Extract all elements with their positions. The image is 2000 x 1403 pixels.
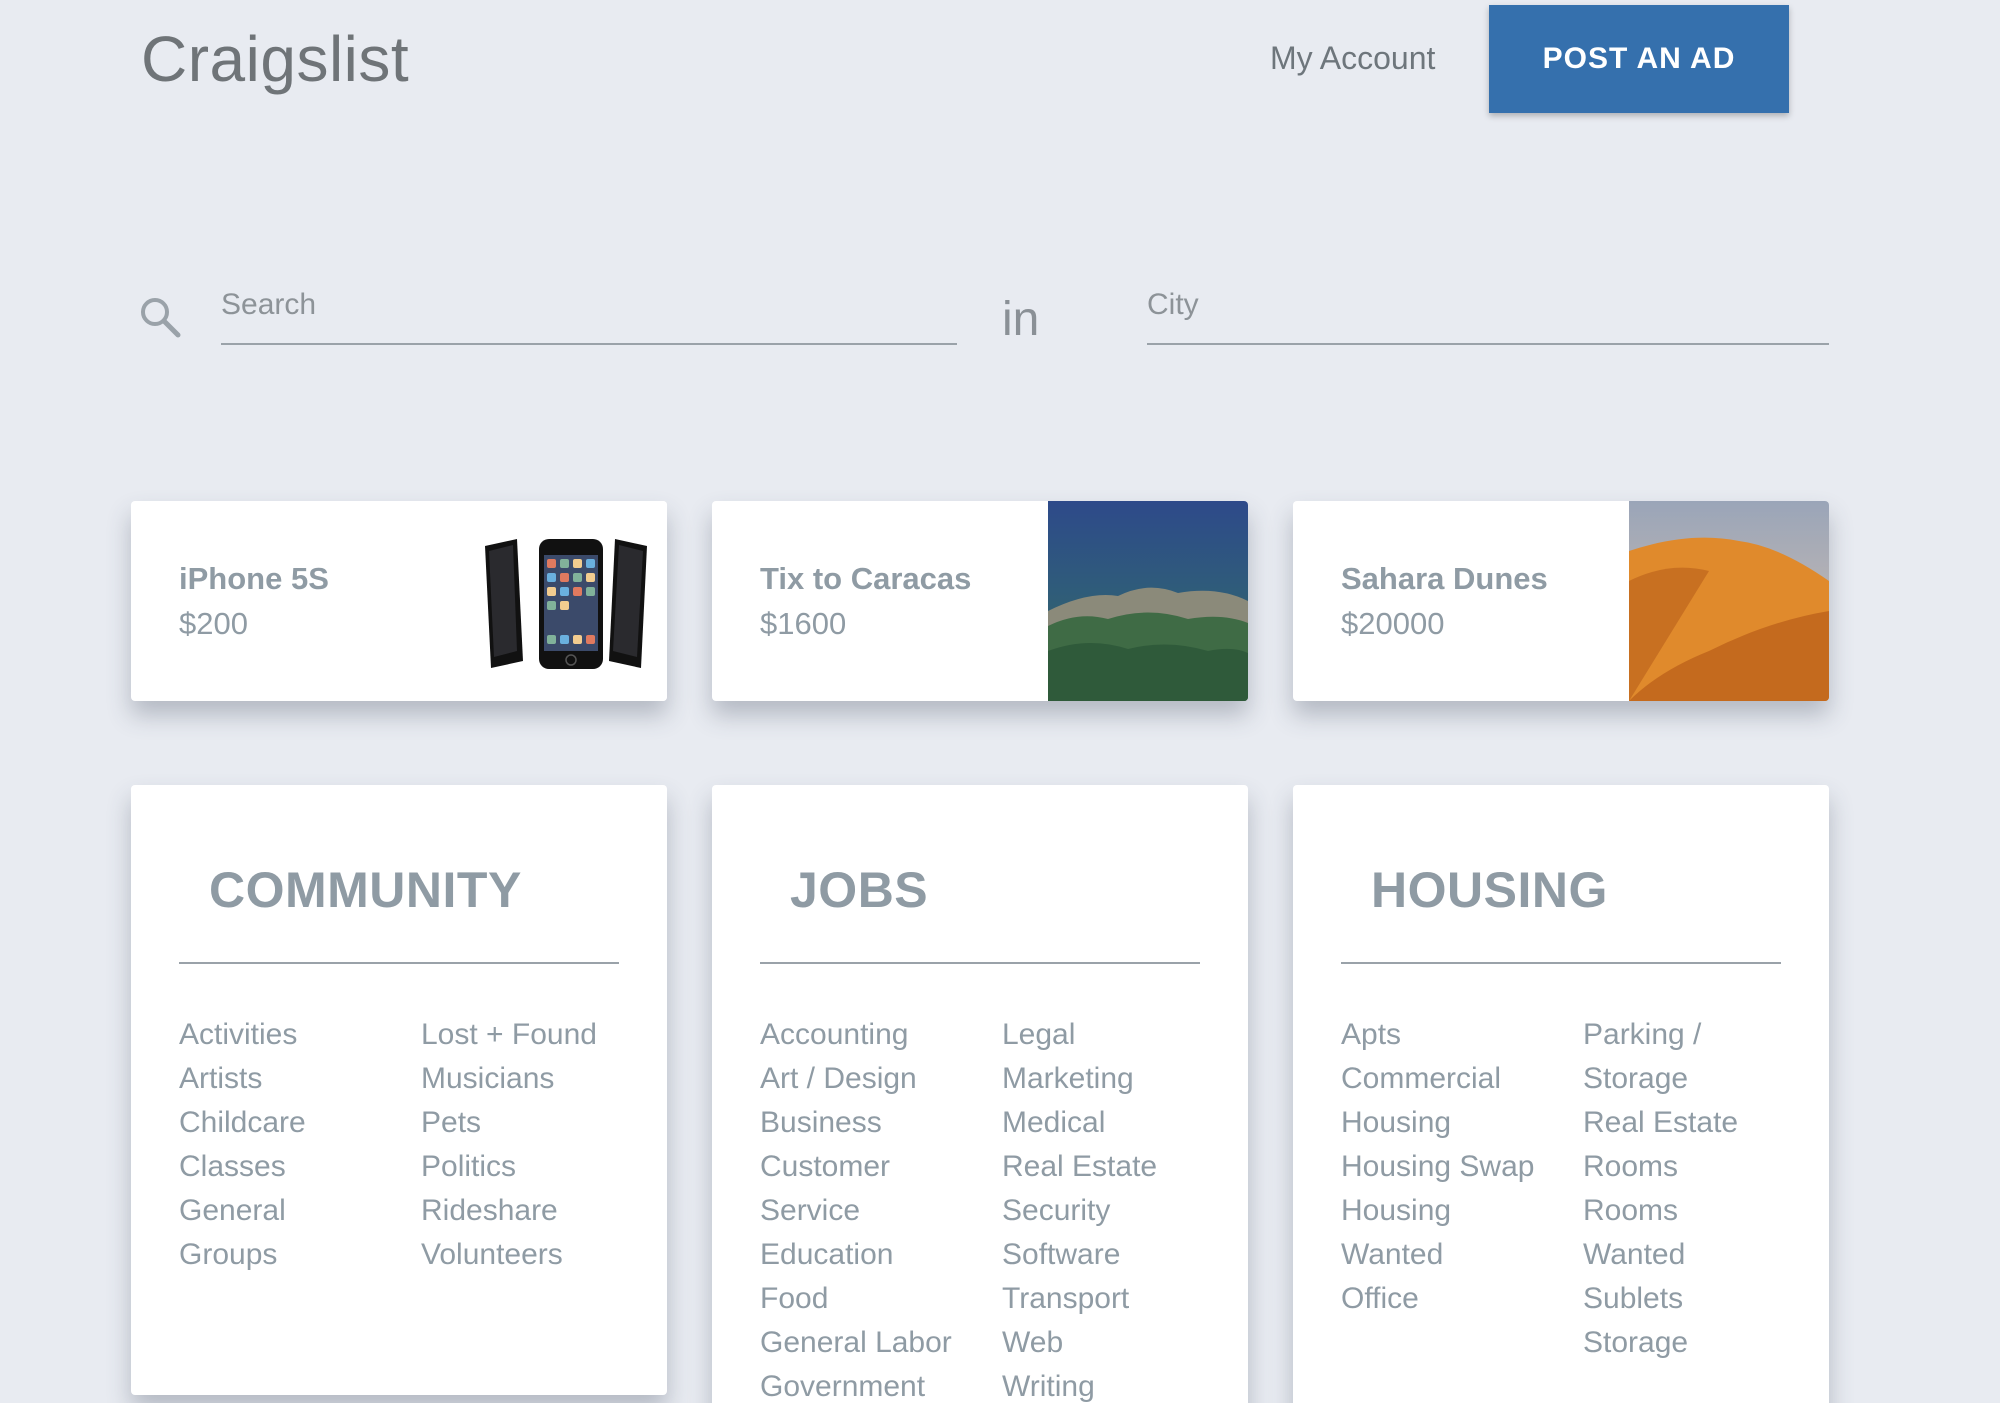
category-link[interactable]: Customer: [760, 1145, 952, 1189]
category-link[interactable]: Volunteers: [421, 1233, 597, 1277]
category-link[interactable]: Pets: [421, 1101, 597, 1145]
mountain-image: [1048, 501, 1248, 701]
panel-title: JOBS: [790, 862, 929, 918]
category-link[interactable]: Marketing: [1002, 1057, 1157, 1101]
category-link[interactable]: Rooms: [1583, 1189, 1738, 1233]
category-link[interactable]: Accounting: [760, 1013, 952, 1057]
divider: [179, 962, 619, 964]
category-panel-community: COMMUNITY Activities Artists Childcare C…: [131, 785, 667, 1395]
category-link[interactable]: Security: [1002, 1189, 1157, 1233]
category-list: Legal Marketing Medical Real Estate Secu…: [1002, 1013, 1157, 1403]
category-link[interactable]: Storage: [1583, 1321, 1738, 1365]
category-link[interactable]: Housing: [1341, 1189, 1534, 1233]
category-panel-housing: HOUSING Apts Commercial Housing Housing …: [1293, 785, 1829, 1403]
category-list: Activities Artists Childcare Classes Gen…: [179, 1013, 306, 1277]
category-link[interactable]: General Labor: [760, 1321, 952, 1365]
featured-price: $1600: [760, 606, 847, 641]
category-link[interactable]: Web: [1002, 1321, 1157, 1365]
category-panel-jobs: JOBS Accounting Art / Design Business Cu…: [712, 785, 1248, 1403]
category-link[interactable]: Food: [760, 1277, 952, 1321]
category-link[interactable]: Artists: [179, 1057, 306, 1101]
in-label: in: [1002, 293, 1040, 346]
category-link[interactable]: Apts: [1341, 1013, 1534, 1057]
category-link[interactable]: Musicians: [421, 1057, 597, 1101]
category-link[interactable]: Lost + Found: [421, 1013, 597, 1057]
featured-title: Tix to Caracas: [760, 561, 972, 596]
category-link[interactable]: Classes: [179, 1145, 306, 1189]
category-link[interactable]: Activities: [179, 1013, 306, 1057]
category-link[interactable]: Medical: [1002, 1101, 1157, 1145]
category-link[interactable]: Business: [760, 1101, 952, 1145]
category-link[interactable]: Rooms: [1583, 1145, 1738, 1189]
category-link[interactable]: Politics: [421, 1145, 597, 1189]
panel-title: HOUSING: [1371, 862, 1608, 918]
category-link[interactable]: General: [179, 1189, 306, 1233]
category-link[interactable]: Wanted: [1583, 1233, 1738, 1277]
featured-card-sahara[interactable]: Sahara Dunes $20000: [1293, 501, 1829, 701]
featured-title: Sahara Dunes: [1341, 561, 1548, 596]
category-list: Parking / Storage Real Estate Rooms Room…: [1583, 1013, 1738, 1365]
category-link[interactable]: Real Estate: [1002, 1145, 1157, 1189]
featured-price: $200: [179, 606, 248, 641]
divider: [760, 962, 1200, 964]
category-link[interactable]: Transport: [1002, 1277, 1157, 1321]
city-input[interactable]: [1147, 280, 1829, 345]
category-link[interactable]: Housing: [1341, 1101, 1534, 1145]
site-logo[interactable]: Craigslist: [141, 22, 409, 96]
divider: [1341, 962, 1781, 964]
category-list: Apts Commercial Housing Housing Swap Hou…: [1341, 1013, 1534, 1321]
dune-image: [1629, 501, 1829, 701]
category-link[interactable]: Legal: [1002, 1013, 1157, 1057]
search-icon: [141, 298, 181, 338]
category-list: Accounting Art / Design Business Custome…: [760, 1013, 952, 1403]
category-link[interactable]: Wanted: [1341, 1233, 1534, 1277]
category-link[interactable]: Commercial: [1341, 1057, 1534, 1101]
category-link[interactable]: Childcare: [179, 1101, 306, 1145]
post-ad-button[interactable]: POST AN AD: [1489, 5, 1789, 113]
featured-card-caracas[interactable]: Tix to Caracas $1600: [712, 501, 1248, 701]
category-link[interactable]: Sublets: [1583, 1277, 1738, 1321]
category-link[interactable]: Service: [760, 1189, 952, 1233]
category-link[interactable]: Art / Design: [760, 1057, 952, 1101]
category-link[interactable]: Office: [1341, 1277, 1534, 1321]
search-input[interactable]: [221, 280, 957, 345]
category-link[interactable]: Real Estate: [1583, 1101, 1738, 1145]
category-list: Lost + Found Musicians Pets Politics Rid…: [421, 1013, 597, 1277]
category-link[interactable]: Writing: [1002, 1365, 1157, 1403]
category-link[interactable]: Rideshare: [421, 1189, 597, 1233]
category-link[interactable]: Housing Swap: [1341, 1145, 1534, 1189]
featured-price: $20000: [1341, 606, 1445, 641]
featured-title: iPhone 5S: [179, 561, 329, 596]
category-link[interactable]: Software: [1002, 1233, 1157, 1277]
category-link[interactable]: Parking /: [1583, 1013, 1738, 1057]
page: Craigslist My Account POST AN AD in iPho…: [0, 0, 2000, 1403]
panel-title: COMMUNITY: [209, 862, 522, 918]
category-link[interactable]: Education: [760, 1233, 952, 1277]
my-account-link[interactable]: My Account: [1270, 40, 1435, 77]
category-link[interactable]: Storage: [1583, 1057, 1738, 1101]
featured-card-iphone[interactable]: iPhone 5S $200: [131, 501, 667, 701]
category-link[interactable]: Groups: [179, 1233, 306, 1277]
phone-image: [467, 501, 667, 701]
category-link[interactable]: Government: [760, 1365, 952, 1403]
